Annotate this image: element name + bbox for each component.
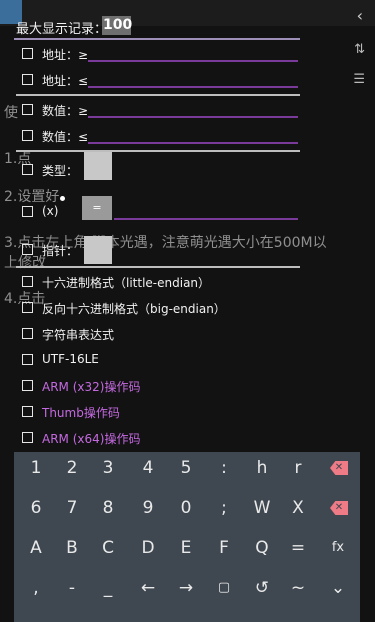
key-0[interactable]: 0 — [168, 492, 204, 524]
type-label: 类型： — [42, 164, 79, 178]
thumb-label: Thumb操作码 — [42, 406, 120, 420]
history-icon[interactable]: ↺ — [244, 572, 280, 604]
hex-little-endian-label: 十六进制格式（little-endian） — [42, 276, 211, 290]
value-min-input[interactable] — [88, 116, 298, 118]
cursor-right-icon[interactable]: → — [168, 572, 204, 604]
value-max-row[interactable]: 数值：≤ — [14, 126, 300, 148]
address-max-row[interactable]: 地址：≤ — [14, 70, 300, 92]
pointer-label: 指针： — [42, 244, 79, 258]
address-min-label: 地址：≥ — [42, 48, 89, 62]
key-e[interactable]: E — [168, 532, 204, 564]
cursor-left-icon[interactable]: ← — [130, 572, 166, 604]
custom-keyboard: 1 2 3 4 5 : h r ✕ 6 7 8 9 0 ; W X ✕ A B … — [14, 452, 360, 622]
utf16le-checkbox[interactable] — [22, 354, 33, 365]
key-equals[interactable]: = — [280, 532, 316, 564]
x-checkbox[interactable] — [22, 206, 33, 217]
key-9[interactable]: 9 — [130, 492, 166, 524]
x-operator-button[interactable]: = — [82, 196, 112, 220]
pointer-row[interactable]: 指针： — [14, 236, 300, 264]
key-1[interactable]: 1 — [18, 452, 54, 484]
arm-x64-checkbox[interactable] — [22, 432, 33, 443]
key-8[interactable]: 8 — [90, 492, 126, 524]
key-2[interactable]: 2 — [54, 452, 90, 484]
arm-x32-label: ARM (x32)操作码 — [42, 380, 141, 394]
x-label: (x) — [42, 204, 59, 218]
hex-little-endian-checkbox[interactable] — [22, 276, 33, 287]
hex-big-endian-checkbox[interactable] — [22, 302, 33, 313]
key-h[interactable]: h — [244, 452, 280, 484]
key-q[interactable]: Q — [244, 532, 280, 564]
arm-x32-row[interactable]: ARM (x32)操作码 — [14, 376, 300, 398]
key-c[interactable]: C — [90, 532, 126, 564]
input-underline — [14, 38, 300, 40]
string-expression-label: 字符串表达式 — [42, 328, 115, 342]
delete-icon[interactable]: ✕ — [330, 461, 348, 475]
key-d[interactable]: D — [130, 532, 166, 564]
hex-big-endian-row[interactable]: 反向十六进制格式（big-endian） — [14, 298, 300, 320]
section-divider — [16, 94, 300, 96]
key-5[interactable]: 5 — [168, 452, 204, 484]
key-minus[interactable]: - — [54, 572, 90, 604]
delete-forward-icon[interactable]: ✕ — [330, 501, 348, 515]
key-4[interactable]: 4 — [130, 452, 166, 484]
key-semicolon[interactable]: ; — [206, 492, 242, 524]
value-max-checkbox[interactable] — [22, 130, 33, 141]
arm-x32-checkbox[interactable] — [22, 380, 33, 391]
value-min-checkbox[interactable] — [22, 104, 33, 115]
address-max-label: 地址：≤ — [42, 74, 89, 88]
key-r[interactable]: r — [280, 452, 316, 484]
key-f[interactable]: F — [206, 532, 242, 564]
section-divider — [16, 150, 300, 152]
address-max-checkbox[interactable] — [22, 74, 33, 85]
type-selector[interactable] — [84, 152, 112, 180]
key-b[interactable]: B — [54, 532, 90, 564]
thumb-checkbox[interactable] — [22, 406, 33, 417]
sort-icon[interactable]: ⇅ — [354, 42, 365, 57]
value-max-label: 数值：≤ — [42, 130, 89, 144]
key-3[interactable]: 3 — [90, 452, 126, 484]
utf16le-label: UTF-16LE — [42, 352, 99, 366]
back-icon[interactable]: ‹ — [357, 6, 363, 25]
value-min-row[interactable]: 数值：≥ — [14, 100, 300, 122]
key-colon[interactable]: : — [206, 452, 242, 484]
address-min-row[interactable]: 地址：≥ — [14, 44, 300, 66]
menu-icon[interactable]: ☰ — [353, 72, 365, 87]
string-expression-row[interactable]: 字符串表达式 — [14, 324, 300, 346]
key-a[interactable]: A — [18, 532, 54, 564]
collapse-keyboard-icon[interactable]: ⌄ — [320, 572, 356, 604]
hex-big-endian-label: 反向十六进制格式（big-endian） — [42, 302, 226, 316]
key-7[interactable]: 7 — [54, 492, 90, 524]
key-w[interactable]: W — [244, 492, 280, 524]
key-tilde[interactable]: ~ — [280, 572, 316, 604]
value-max-input[interactable] — [88, 142, 298, 144]
type-checkbox[interactable] — [22, 164, 33, 175]
type-row[interactable]: 类型： — [14, 152, 300, 182]
key-underscore[interactable]: _ — [90, 572, 126, 604]
key-x[interactable]: X — [280, 492, 316, 524]
address-max-input[interactable] — [88, 86, 298, 88]
search-options-dialog: 最大显示记录： 100 地址：≥ 地址：≤ 数值：≥ 数值：≤ 类型： (x) — [14, 8, 300, 448]
utf16le-row[interactable]: UTF-16LE — [14, 350, 300, 372]
x-input[interactable] — [114, 218, 298, 220]
arm-x64-row[interactable]: ARM (x64)操作码 — [14, 428, 300, 450]
value-min-label: 数值：≥ — [42, 104, 89, 118]
key-6[interactable]: 6 — [18, 492, 54, 524]
string-expression-checkbox[interactable] — [22, 328, 33, 339]
indicator-dot — [60, 196, 65, 201]
select-icon[interactable]: ▢ — [206, 572, 242, 604]
key-comma[interactable]: , — [18, 572, 54, 604]
pointer-checkbox[interactable] — [22, 244, 33, 255]
key-fx[interactable]: fx — [320, 532, 356, 564]
max-records-label: 最大显示记录： — [16, 22, 108, 37]
section-divider — [16, 266, 300, 268]
address-min-checkbox[interactable] — [22, 48, 33, 59]
address-min-input[interactable] — [88, 60, 298, 62]
pointer-selector[interactable] — [84, 236, 112, 264]
arm-x64-label: ARM (x64)操作码 — [42, 432, 141, 446]
x-row[interactable]: (x) = — [14, 196, 300, 224]
max-records-row: 最大显示记录： 100 — [14, 12, 300, 40]
max-records-input[interactable]: 100 — [102, 16, 132, 35]
hex-little-endian-row[interactable]: 十六进制格式（little-endian） — [14, 272, 300, 294]
thumb-row[interactable]: Thumb操作码 — [14, 402, 300, 424]
